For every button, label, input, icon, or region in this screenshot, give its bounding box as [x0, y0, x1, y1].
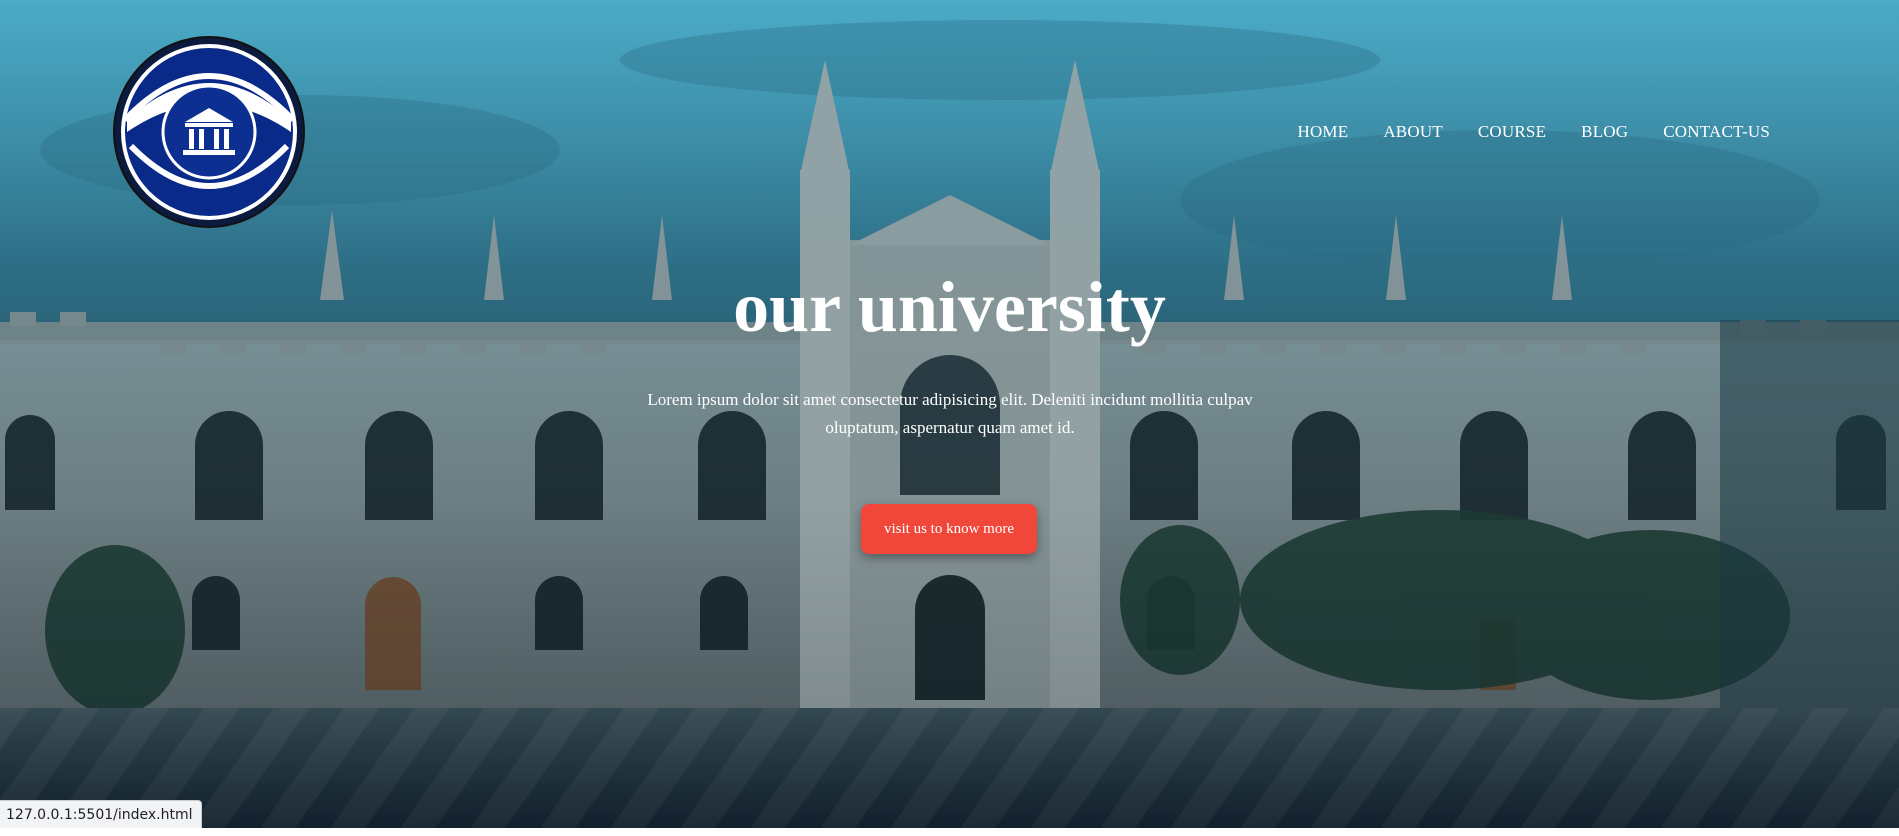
- hero-description: Lorem ipsum dolor sit amet consectetur a…: [647, 390, 1253, 437]
- nav-course[interactable]: COURSE: [1478, 122, 1546, 142]
- nav-contact-us[interactable]: CONTACT-US: [1663, 122, 1770, 142]
- nav-about[interactable]: ABOUT: [1383, 122, 1443, 142]
- nav-blog[interactable]: BLOG: [1581, 122, 1628, 142]
- main-nav: HOME ABOUT COURSE BLOG CONTACT-US: [1297, 122, 1770, 142]
- hero-title: our university: [733, 267, 1166, 347]
- page-bottom-edge: [0, 828, 1899, 836]
- visit-us-button[interactable]: visit us to know more: [861, 504, 1037, 554]
- browser-status-url: 127.0.0.1:5501/index.html: [0, 800, 202, 829]
- nav-home[interactable]: HOME: [1297, 122, 1348, 142]
- hero-section: HOME ABOUT COURSE BLOG CONTACT-US our un…: [0, 0, 1899, 828]
- university-logo[interactable]: [113, 36, 305, 228]
